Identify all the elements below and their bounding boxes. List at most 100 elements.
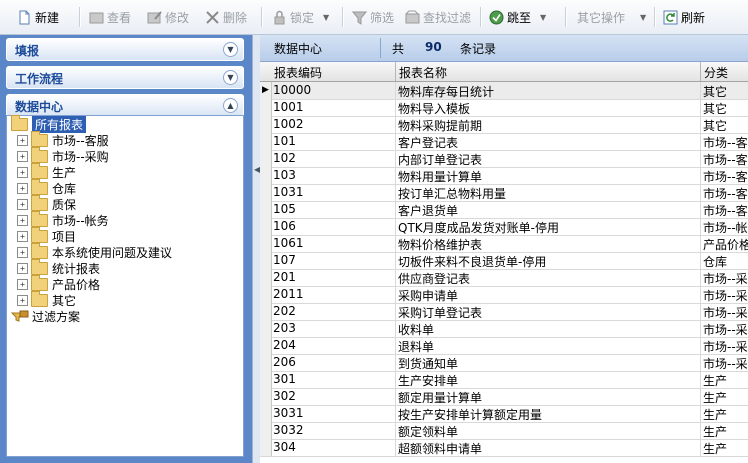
table-row[interactable]: 204 退料单 市场--采 <box>260 337 748 355</box>
tree-node[interactable]: + 统计报表 <box>17 258 100 276</box>
cell-code: 301 <box>273 372 296 386</box>
row-indicator[interactable] <box>260 303 272 320</box>
cell-name: 按订单汇总物料用量 <box>398 187 507 201</box>
expand-icon[interactable]: + <box>17 230 28 242</box>
expand-icon[interactable]: + <box>17 150 28 162</box>
table-row[interactable]: 206 到货通知单 市场--采 <box>260 354 748 372</box>
tree-node-all-reports[interactable]: 所有报表 <box>11 114 87 133</box>
table-row[interactable]: ▶ 10000 物料库存每日统计 其它 <box>260 82 748 100</box>
row-indicator[interactable] <box>260 116 272 133</box>
tree-node[interactable]: + 生产 <box>17 162 76 180</box>
row-indicator[interactable] <box>260 269 272 286</box>
cell-category: 生产 <box>703 391 728 405</box>
chevron-down-icon[interactable]: ▼ <box>223 70 238 85</box>
table-row[interactable]: 1061 物料价格维护表 产品价格 <box>260 235 748 253</box>
refresh-icon <box>663 10 678 24</box>
row-indicator[interactable] <box>260 371 272 388</box>
tree-node-label: 本系统使用问题及建议 <box>52 245 173 260</box>
expand-icon[interactable]: + <box>17 198 28 210</box>
column-header-name[interactable]: 报表名称 <box>399 64 447 81</box>
table-row[interactable]: 203 收料单 市场--采 <box>260 320 748 338</box>
tree-node-filter-scheme[interactable]: 过滤方案 <box>11 308 80 324</box>
expand-icon[interactable]: + <box>17 278 28 290</box>
row-indicator[interactable] <box>260 167 272 184</box>
row-indicator[interactable]: ▶ <box>260 82 272 99</box>
table-row[interactable]: 105 客户退货单 市场--客 <box>260 201 748 219</box>
row-indicator[interactable] <box>260 439 272 456</box>
tree-node[interactable]: + 仓库 <box>17 178 76 196</box>
filter-button[interactable]: 筛选 <box>352 6 394 28</box>
panel-fill-report[interactable]: 填报 ▼ <box>6 38 244 61</box>
expand-icon[interactable]: + <box>17 166 28 178</box>
lock-dropdown-icon[interactable]: ▼ <box>323 13 329 22</box>
table-row[interactable]: 3031 按生产安排单计算额定用量 生产 <box>260 405 748 423</box>
table-row[interactable]: 1002 物料采购提前期 其它 <box>260 116 748 134</box>
table-row[interactable]: 107 切板件来料不良退货单-停用 仓库 <box>260 252 748 270</box>
folder-icon <box>31 290 48 307</box>
table-row[interactable]: 301 生产安排单 生产 <box>260 371 748 389</box>
cell-category: 市场--采 <box>703 323 748 337</box>
cell-category: 生产 <box>703 442 728 456</box>
edit-button[interactable]: 修改 <box>147 6 189 28</box>
table-row[interactable]: 3032 额定领料单 生产 <box>260 422 748 440</box>
tree-node[interactable]: + 其它 <box>17 290 76 308</box>
row-indicator[interactable] <box>260 286 272 303</box>
row-indicator[interactable] <box>260 354 272 371</box>
expand-icon[interactable]: + <box>17 214 28 226</box>
expand-icon[interactable]: + <box>17 262 28 274</box>
lock-label: 锁定 <box>290 10 315 25</box>
cell-name: 额定用量计算单 <box>398 391 483 405</box>
table-row[interactable]: 103 物料用量计算单 市场--客 <box>260 167 748 185</box>
table-row[interactable]: 1031 按订单汇总物料用量 市场--客 <box>260 184 748 202</box>
table-row[interactable]: 101 客户登记表 市场--客 <box>260 133 748 151</box>
panel-data-center[interactable]: 数据中心 ▲ <box>6 94 244 117</box>
column-header-category[interactable]: 分类 <box>704 64 728 81</box>
row-indicator[interactable] <box>260 99 272 116</box>
panel-workflow[interactable]: 工作流程 ▼ <box>6 66 244 89</box>
table-row[interactable]: 106 QTK月度成品发货对账单-停用 市场--帐 <box>260 218 748 236</box>
expand-icon[interactable]: + <box>17 294 28 306</box>
row-indicator[interactable] <box>260 405 272 422</box>
other-ops-dropdown-icon[interactable]: ▼ <box>640 13 646 22</box>
delete-button[interactable]: 删除 <box>205 6 247 28</box>
row-indicator[interactable] <box>260 218 272 235</box>
cell-category: 生产 <box>703 425 728 439</box>
table-row[interactable]: 102 内部订单登记表 市场--客 <box>260 150 748 168</box>
edit-icon <box>147 10 162 23</box>
column-header-code[interactable]: 报表编码 <box>274 64 322 81</box>
find-filter-button[interactable]: 查找过滤 <box>405 6 471 28</box>
table-row[interactable]: 2011 采购申请单 市场--采 <box>260 286 748 304</box>
tree-node[interactable]: + 本系统使用问题及建议 <box>17 242 173 260</box>
row-indicator[interactable] <box>260 388 272 405</box>
expand-icon[interactable]: + <box>17 134 28 146</box>
refresh-button[interactable]: 刷新 <box>663 6 705 28</box>
chevron-up-icon[interactable]: ▲ <box>223 98 238 113</box>
table-row[interactable]: 201 供应商登记表 市场--采 <box>260 269 748 287</box>
tree-node[interactable]: + 质保 <box>17 194 76 212</box>
jump-button[interactable]: 跳至 ▼ <box>489 6 546 28</box>
chevron-down-icon[interactable]: ▼ <box>223 42 238 57</box>
jump-dropdown-icon[interactable]: ▼ <box>540 13 546 22</box>
row-indicator[interactable] <box>260 184 272 201</box>
table-row[interactable]: 304 超额领料申请单 生产 <box>260 439 748 457</box>
new-button[interactable]: 新建 <box>17 6 59 28</box>
other-ops-button[interactable]: 其它操作 ▼ <box>577 6 646 28</box>
tree-node[interactable]: + 产品价格 <box>17 274 100 292</box>
tree-node[interactable]: + 项目 <box>17 226 76 244</box>
row-indicator[interactable] <box>260 133 272 150</box>
table-row[interactable]: 202 采购订单登记表 市场--采 <box>260 303 748 321</box>
lock-button[interactable]: 锁定 ▼ <box>272 6 329 28</box>
table-row[interactable]: 302 额定用量计算单 生产 <box>260 388 748 406</box>
row-indicator[interactable] <box>260 320 272 337</box>
expand-icon[interactable]: + <box>17 246 28 258</box>
table-row[interactable]: 1001 物料导入模板 其它 <box>260 99 748 117</box>
row-indicator[interactable] <box>260 235 272 252</box>
row-indicator[interactable] <box>260 201 272 218</box>
row-indicator[interactable] <box>260 252 272 269</box>
folder-icon <box>31 178 48 195</box>
row-indicator[interactable] <box>260 150 272 167</box>
row-indicator[interactable] <box>260 337 272 354</box>
row-indicator[interactable] <box>260 422 272 439</box>
view-button[interactable]: 查看 <box>89 6 131 28</box>
expand-icon[interactable]: + <box>17 182 28 194</box>
